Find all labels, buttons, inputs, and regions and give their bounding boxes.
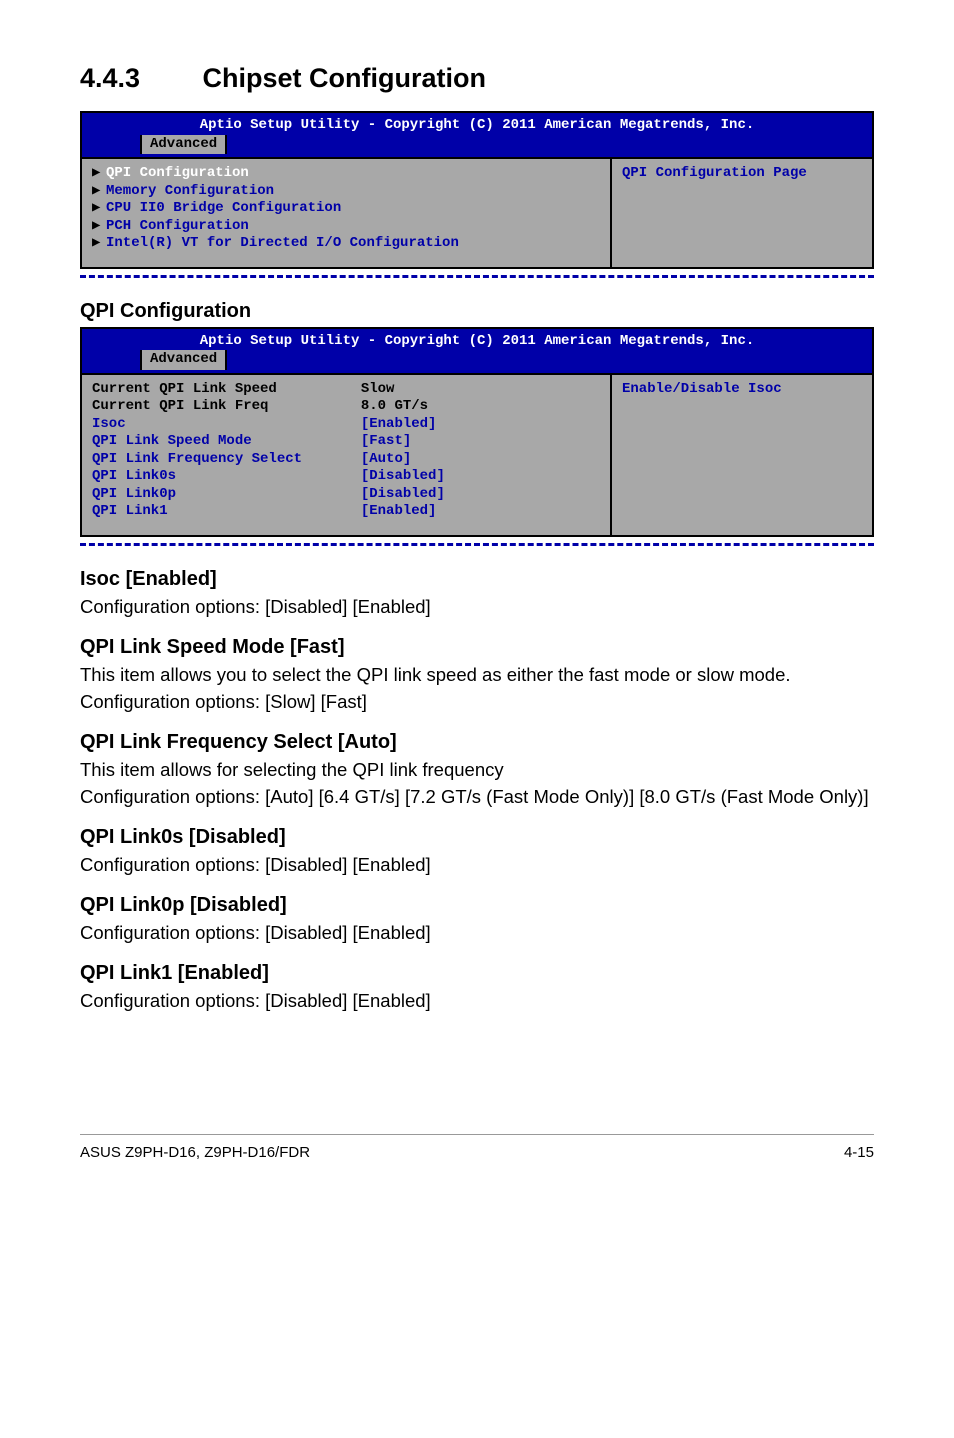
bios-menu-list: ▶QPI Configuration▶Memory Configuration▶… bbox=[82, 159, 610, 267]
bios-menu-label: Intel(R) VT for Directed I/O Configurati… bbox=[106, 235, 459, 251]
bios-setting-value: 8.0 GT/s bbox=[361, 398, 428, 414]
bios-help-pane: Enable/Disable Isoc bbox=[610, 375, 872, 535]
bios-setting-label: QPI Link0s bbox=[92, 468, 361, 484]
bios-setting-label: Current QPI Link Freq bbox=[92, 398, 361, 414]
bios-menu-label: Memory Configuration bbox=[106, 183, 274, 199]
setting-description: This item allows for selecting the QPI l… bbox=[80, 758, 874, 783]
bios-setting-value: [Disabled] bbox=[361, 468, 445, 484]
bios-menu-item: ▶Intel(R) VT for Directed I/O Configurat… bbox=[92, 235, 600, 253]
bios-menu-item: ▶CPU II0 Bridge Configuration bbox=[92, 200, 600, 218]
bios-help-pane: QPI Configuration Page bbox=[610, 159, 872, 267]
bios-setting-row: QPI Link Frequency Select [Auto] bbox=[92, 451, 600, 469]
bios-help-text: Enable/Disable Isoc bbox=[622, 381, 782, 397]
bios-help-text: QPI Configuration Page bbox=[622, 165, 807, 181]
bios-settings-list: Current QPI Link Speed SlowCurrent QPI L… bbox=[82, 375, 610, 535]
submenu-arrow-icon: ▶ bbox=[92, 218, 106, 236]
page-footer: ASUS Z9PH-D16, Z9PH-D16/FDR 4-15 bbox=[80, 1143, 874, 1163]
bios-setting-row: QPI Link0s [Disabled] bbox=[92, 468, 600, 486]
bios-setting-value: Slow bbox=[361, 381, 395, 397]
bios-setting-value: [Fast] bbox=[361, 433, 411, 449]
setting-description: Configuration options: [Disabled] [Enabl… bbox=[80, 989, 874, 1014]
section-heading: 4.4.3 Chipset Configuration bbox=[80, 60, 874, 96]
bios-setting-label: QPI Link1 bbox=[92, 503, 361, 519]
section-number: 4.4.3 bbox=[80, 60, 195, 96]
bios-menu-label: PCH Configuration bbox=[106, 218, 249, 234]
setting-description: Configuration options: [Disabled] [Enabl… bbox=[80, 595, 874, 620]
bios-title: Aptio Setup Utility - Copyright (C) 2011… bbox=[82, 113, 872, 135]
submenu-arrow-icon: ▶ bbox=[92, 183, 106, 201]
setting-description: This item allows you to select the QPI l… bbox=[80, 663, 874, 688]
bios-setting-label: QPI Link Speed Mode bbox=[92, 433, 361, 449]
bios-title: Aptio Setup Utility - Copyright (C) 2011… bbox=[82, 329, 872, 351]
bios-tab-row: Advanced bbox=[82, 135, 872, 158]
bios-setting-value: [Enabled] bbox=[361, 416, 437, 432]
submenu-arrow-icon: ▶ bbox=[92, 165, 106, 183]
bios-setting-row: Isoc [Enabled] bbox=[92, 416, 600, 434]
submenu-arrow-icon: ▶ bbox=[92, 200, 106, 218]
bios-menu-label: CPU II0 Bridge Configuration bbox=[106, 200, 341, 216]
bios-setting-label: Isoc bbox=[92, 416, 361, 432]
bios-setting-label: QPI Link0p bbox=[92, 486, 361, 502]
bios-menu-item: ▶PCH Configuration bbox=[92, 218, 600, 236]
setting-description: Configuration options: [Auto] [6.4 GT/s]… bbox=[80, 785, 874, 810]
setting-heading: QPI Link0p [Disabled] bbox=[80, 892, 874, 919]
setting-description: Configuration options: [Disabled] [Enabl… bbox=[80, 921, 874, 946]
bios-setting-row: QPI Link1 [Enabled] bbox=[92, 503, 600, 521]
bios-tab-advanced: Advanced bbox=[140, 135, 227, 155]
dashed-divider bbox=[80, 275, 874, 278]
footer-product: ASUS Z9PH-D16, Z9PH-D16/FDR bbox=[80, 1143, 310, 1163]
setting-heading: Isoc [Enabled] bbox=[80, 566, 874, 593]
dashed-divider bbox=[80, 543, 874, 546]
section-title-text: Chipset Configuration bbox=[203, 63, 486, 93]
bios-setting-label: Current QPI Link Speed bbox=[92, 381, 361, 397]
setting-heading: QPI Link1 [Enabled] bbox=[80, 960, 874, 987]
bios-setting-row: Current QPI Link Speed Slow bbox=[92, 381, 600, 399]
bios-screenshot-qpi: Aptio Setup Utility - Copyright (C) 2011… bbox=[80, 327, 874, 537]
bios-setting-row: QPI Link Speed Mode [Fast] bbox=[92, 433, 600, 451]
bios-setting-row: Current QPI Link Freq 8.0 GT/s bbox=[92, 398, 600, 416]
bios-setting-value: [Enabled] bbox=[361, 503, 437, 519]
submenu-arrow-icon: ▶ bbox=[92, 235, 106, 253]
bios-setting-label: QPI Link Frequency Select bbox=[92, 451, 361, 467]
bios-tab-row: Advanced bbox=[82, 350, 872, 373]
bios-setting-value: [Disabled] bbox=[361, 486, 445, 502]
footer-divider bbox=[80, 1134, 874, 1135]
setting-heading: QPI Link Frequency Select [Auto] bbox=[80, 729, 874, 756]
qpi-config-heading: QPI Configuration bbox=[80, 298, 874, 325]
bios-tab-advanced: Advanced bbox=[140, 350, 227, 370]
setting-heading: QPI Link Speed Mode [Fast] bbox=[80, 634, 874, 661]
setting-description: Configuration options: [Slow] [Fast] bbox=[80, 690, 874, 715]
bios-menu-item: ▶QPI Configuration bbox=[92, 165, 600, 183]
bios-setting-value: [Auto] bbox=[361, 451, 411, 467]
bios-menu-item: ▶Memory Configuration bbox=[92, 183, 600, 201]
bios-screenshot-chipset: Aptio Setup Utility - Copyright (C) 2011… bbox=[80, 111, 874, 269]
setting-heading: QPI Link0s [Disabled] bbox=[80, 824, 874, 851]
bios-setting-row: QPI Link0p [Disabled] bbox=[92, 486, 600, 504]
footer-page-number: 4-15 bbox=[844, 1143, 874, 1163]
bios-menu-label: QPI Configuration bbox=[106, 165, 249, 181]
setting-description: Configuration options: [Disabled] [Enabl… bbox=[80, 853, 874, 878]
